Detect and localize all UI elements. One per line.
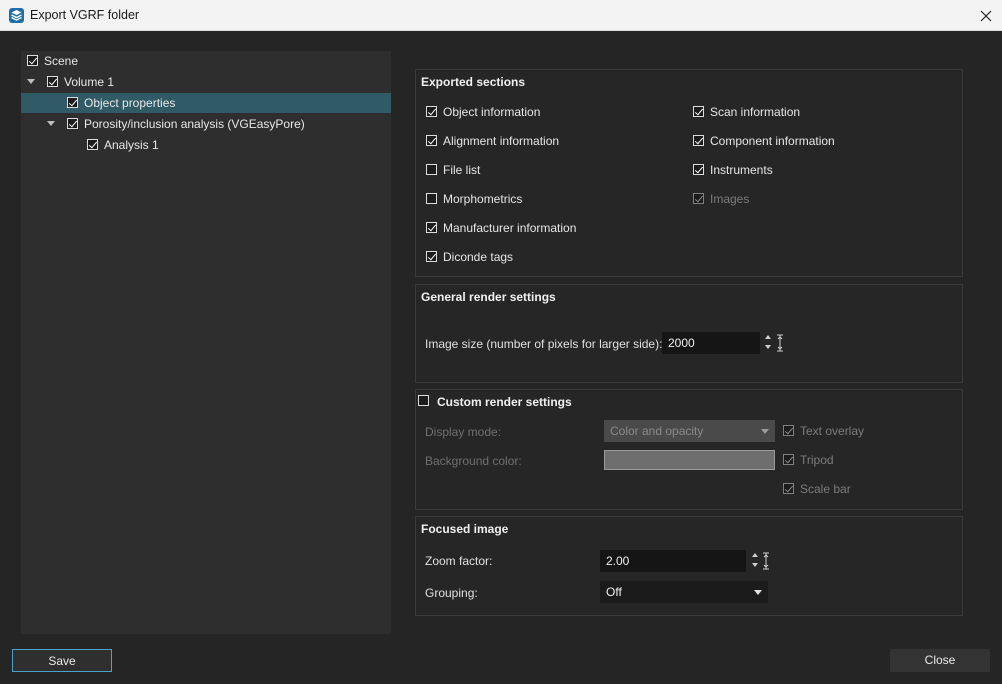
background-color-swatch — [604, 450, 775, 470]
expand-arrow-icon[interactable] — [27, 79, 35, 84]
tree-item-porosity-analysis[interactable]: Porosity/inclusion analysis (VGEasyPore) — [21, 114, 391, 134]
checkbox[interactable] — [426, 106, 437, 117]
focused-image-group: Focused image Zoom factor: Grouping: Off — [415, 516, 963, 616]
app-logo-icon — [9, 8, 24, 23]
option-label: Component information — [710, 134, 835, 148]
checkbox[interactable] — [426, 135, 437, 146]
window-title: Export VGRF folder — [30, 8, 140, 22]
expand-arrow-icon[interactable] — [47, 121, 55, 126]
option-label: Morphometrics — [443, 192, 523, 206]
title-bar: Export VGRF folder — [0, 0, 1002, 31]
group-title: Custom render settings — [437, 395, 572, 409]
checkbox[interactable] — [426, 164, 437, 175]
spin-down-icon[interactable] — [752, 563, 758, 567]
checkbox[interactable] — [67, 118, 78, 129]
background-color-label: Background color: — [425, 454, 522, 468]
tree-item-label: Scene — [44, 54, 79, 68]
checkbox[interactable] — [426, 251, 437, 262]
option-label: Alignment information — [443, 134, 560, 148]
image-size-label: Image size (number of pixels for larger … — [425, 337, 663, 351]
zoom-factor-label: Zoom factor: — [425, 554, 493, 568]
checkbox[interactable] — [27, 55, 38, 66]
checkbox[interactable] — [47, 76, 58, 87]
option-label: Object information — [443, 105, 541, 119]
group-title: Exported sections — [421, 75, 526, 89]
display-mode-value: Color and opacity — [610, 424, 704, 438]
chevron-down-icon — [754, 590, 762, 595]
checkbox — [783, 425, 794, 436]
general-render-settings-group: General render settings Image size (numb… — [415, 284, 963, 383]
tree-item-label: Porosity/inclusion analysis (VGEasyPore) — [84, 117, 305, 131]
option-label: Images — [710, 192, 750, 206]
image-size-input[interactable] — [662, 332, 760, 354]
image-size-spinner[interactable] — [765, 332, 773, 354]
checkbox[interactable] — [693, 106, 704, 117]
tree-item-scene[interactable]: Scene — [21, 51, 391, 71]
zoom-factor-spinner[interactable] — [752, 550, 760, 572]
resize-handle-icon[interactable] — [776, 332, 784, 354]
custom-render-checkbox[interactable] — [418, 395, 429, 406]
custom-render-settings-group: Custom render settings Display mode: Col… — [415, 389, 963, 510]
checkbox — [693, 193, 704, 204]
exported-sections-group: Exported sections Object information Ali… — [415, 69, 963, 277]
display-mode-select: Color and opacity — [604, 420, 775, 442]
zoom-factor-input[interactable] — [600, 550, 746, 572]
tree-item-analysis-1[interactable]: Analysis 1 — [21, 135, 391, 155]
option-label: Tripod — [800, 453, 834, 467]
checkbox — [783, 483, 794, 494]
option-label: Scale bar — [800, 482, 851, 496]
tree-item-volume[interactable]: Volume 1 — [21, 72, 391, 92]
window-close-button[interactable] — [970, 0, 1002, 31]
group-title: Focused image — [421, 522, 509, 536]
option-label: Text overlay — [800, 424, 865, 438]
chevron-down-icon — [761, 429, 769, 434]
spin-up-icon[interactable] — [752, 553, 758, 557]
save-button[interactable]: Save — [12, 649, 112, 672]
option-label: Manufacturer information — [443, 221, 577, 235]
grouping-value: Off — [606, 585, 622, 599]
object-tree[interactable]: Scene Volume 1 Object properties Porosit… — [21, 51, 391, 634]
spin-up-icon[interactable] — [765, 335, 771, 339]
spin-down-icon[interactable] — [765, 345, 771, 349]
checkbox[interactable] — [426, 222, 437, 233]
grouping-label: Grouping: — [425, 586, 478, 600]
checkbox[interactable] — [426, 193, 437, 204]
tree-item-label: Analysis 1 — [104, 138, 159, 152]
checkbox[interactable] — [693, 135, 704, 146]
option-label: Diconde tags — [443, 250, 514, 264]
option-label: File list — [443, 163, 481, 177]
checkbox[interactable] — [87, 139, 98, 150]
tree-item-object-properties[interactable]: Object properties — [21, 93, 391, 113]
close-icon — [980, 10, 992, 21]
tree-item-label: Object properties — [84, 96, 176, 110]
tree-item-label: Volume 1 — [64, 75, 115, 89]
option-label: Scan information — [710, 105, 801, 119]
resize-handle-icon[interactable] — [762, 550, 770, 572]
checkbox[interactable] — [693, 164, 704, 175]
group-title: General render settings — [421, 290, 556, 304]
grouping-select[interactable]: Off — [600, 581, 768, 603]
checkbox[interactable] — [67, 97, 78, 108]
display-mode-label: Display mode: — [425, 425, 502, 439]
checkbox — [783, 454, 794, 465]
option-label: Instruments — [710, 163, 773, 177]
close-button[interactable]: Close — [890, 649, 990, 672]
